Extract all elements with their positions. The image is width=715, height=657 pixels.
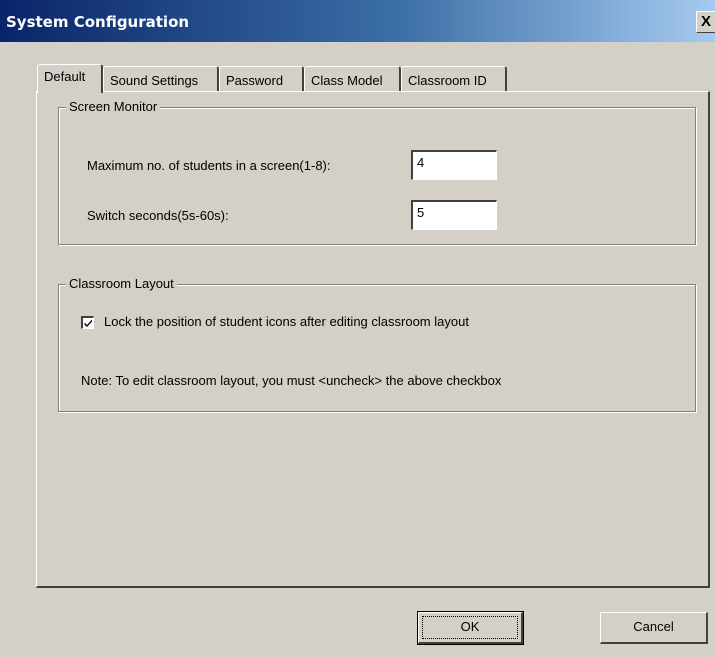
lock-position-checkbox-label[interactable]: Lock the position of student icons after…	[104, 314, 469, 329]
switch-seconds-input[interactable]: 5	[411, 200, 497, 230]
checkmark-icon	[84, 319, 92, 327]
switch-seconds-label: Switch seconds(5s-60s):	[87, 208, 229, 223]
ok-button[interactable]: OK	[417, 611, 524, 645]
title-bar: System Configuration X	[0, 0, 715, 42]
tab-classroom-id[interactable]: Classroom ID	[401, 66, 507, 91]
tab-class-model[interactable]: Class Model	[304, 66, 401, 91]
classroom-layout-group: Classroom Layout Lock the position of st…	[58, 276, 696, 412]
classroom-layout-note: Note: To edit classroom layout, you must…	[81, 373, 502, 388]
focus-rectangle	[422, 616, 518, 639]
tab-sound-settings[interactable]: Sound Settings	[103, 66, 219, 91]
screen-monitor-group: Screen Monitor Maximum no. of students i…	[58, 99, 696, 245]
max-students-input[interactable]: 4	[411, 150, 497, 180]
window-title: System Configuration	[6, 13, 190, 31]
screen-monitor-group-label: Screen Monitor	[66, 99, 161, 114]
tab-password[interactable]: Password	[219, 66, 304, 91]
lock-position-checkbox[interactable]	[81, 316, 94, 329]
close-button[interactable]: X	[696, 11, 715, 33]
cancel-button[interactable]: Cancel	[600, 612, 708, 644]
max-students-label: Maximum no. of students in a screen(1-8)…	[87, 158, 331, 173]
tab-panel-default: Screen Monitor Maximum no. of students i…	[36, 91, 710, 588]
tab-default[interactable]: Default	[37, 64, 103, 93]
classroom-layout-group-label: Classroom Layout	[66, 276, 177, 291]
